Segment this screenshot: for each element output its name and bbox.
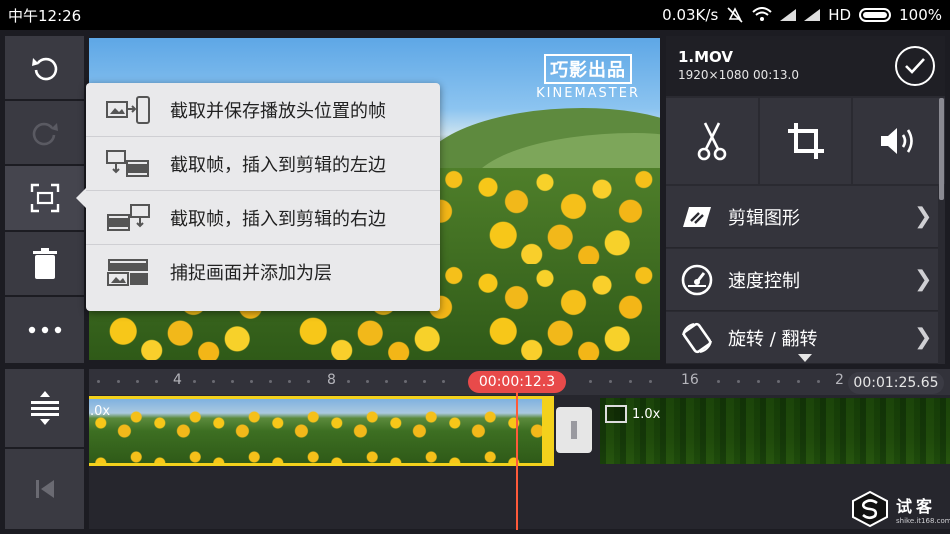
clip-graphics-label: 剪辑图形 [728,207,800,229]
clip-speed-label: 1.0x [632,406,661,422]
clip-graphics-item[interactable]: 剪辑图形 ❯ [666,186,938,248]
speed-control-label: 速度控制 [728,270,800,292]
redo-button[interactable] [5,101,84,164]
site-logo: 试客 shike.it168.com [850,490,950,528]
menu-item-insert-right[interactable]: 截取帧，插入到剪辑的右边 [86,191,440,245]
menu-item-label: 截取并保存播放头位置的帧 [170,100,386,122]
mute-alarm-icon [727,7,743,23]
clip-speed-label: .0x [90,404,111,419]
volume-button[interactable] [853,98,946,184]
watermark-brand: KINEMASTER [536,86,640,101]
redo-icon [32,122,58,145]
clip-file-info: 1920×1080 00:13.0 [678,68,799,82]
chevron-right-icon: ❯ [914,325,933,350]
kinemaster-watermark: 巧影出品 KINEMASTER [536,54,640,101]
time-ruler[interactable]: 4 8 16 2 00:00:12.3 00:01:25.65 [89,369,950,395]
clip-tool-row [666,98,946,184]
ruler-label: 16 [681,372,699,388]
site-name: 试客 [896,497,937,516]
trash-icon [32,247,57,279]
status-right-group: 0.03K/s HD 100% [662,6,942,24]
network-type: HD [828,6,852,24]
undo-icon [31,57,57,80]
capture-frame-button[interactable] [5,166,84,230]
menu-item-insert-left[interactable]: 截取帧，插入到剪辑的左边 [86,137,440,191]
site-url: shike.it168.com [896,517,950,525]
confirm-button[interactable] [895,46,935,86]
playhead[interactable] [516,392,518,530]
signal-icon-1 [780,9,797,21]
timeline[interactable]: 4 8 16 2 00:00:12.3 00:01:25.65 .0x 1.0x [89,369,950,529]
menu-item-label: 捕捉画面并添加为层 [170,263,332,284]
more-dots-icon [28,326,61,334]
trim-button[interactable] [666,98,760,184]
chevron-right-icon: ❯ [914,267,933,292]
expand-timeline-icon [30,391,59,425]
signal-icon-2 [804,9,821,21]
video-clip-selected[interactable] [89,396,554,466]
clip-graphics-icon [683,206,711,227]
panel-scrollbar[interactable] [939,98,944,200]
capture-frame-icon [30,183,59,213]
battery-level: 100% [899,6,942,24]
delete-button[interactable] [5,232,84,295]
more-button[interactable] [5,297,84,363]
status-time: 中午12:26 [8,6,82,25]
rotate-icon [682,322,712,353]
status-bar: 中午12:26 0.03K/s HD 100% [0,0,950,30]
ruler-label: 8 [327,372,336,388]
menu-item-label: 截取帧，插入到剪辑的左边 [170,154,386,176]
crop-button[interactable] [759,98,854,184]
insert-left-icon [106,149,149,177]
capture-layer-icon [107,259,148,286]
clip-frame-icon [605,405,627,423]
save-frame-icon [106,95,150,124]
insert-right-icon [107,203,150,231]
clip-options-panel: 1.MOV 1920×1080 00:13.0 剪辑图形 ❯ 速度控制 ❯ 旋转… [666,36,946,364]
playhead-time-badge: 00:00:12.3 [468,371,566,393]
menu-item-capture-layer[interactable]: 捕捉画面并添加为层 [86,245,440,299]
site-logo-icon [852,490,888,528]
undo-button[interactable] [5,36,84,99]
transition-button[interactable] [556,407,592,453]
skip-start-icon [35,480,54,498]
chevron-right-icon: ❯ [914,204,933,229]
volume-icon [881,128,913,154]
speed-control-item[interactable]: 速度控制 ❯ [666,249,938,311]
rotate-flip-label: 旋转 / 翻转 [728,328,818,350]
ruler-label: 2 [835,372,844,388]
ruler-label: 4 [173,372,182,388]
speed-gauge-icon [681,264,713,295]
check-icon [905,58,925,74]
clip-file-name: 1.MOV [678,48,734,66]
crop-icon [787,123,824,159]
wifi-icon [752,7,772,21]
clip-speed-badge: 1.0x [605,405,660,423]
more-options-indicator-icon [798,354,812,362]
battery-icon [859,8,892,22]
menu-item-label: 截取帧，插入到剪辑的右边 [170,208,386,230]
clip-info-header: 1.MOV 1920×1080 00:13.0 [666,36,945,96]
jump-to-start-button[interactable] [5,449,84,529]
scissors-icon [697,122,727,161]
total-duration-badge: 00:01:25.65 [848,372,944,394]
watermark-title: 巧影出品 [544,54,633,84]
capture-frame-menu: 截取并保存播放头位置的帧 截取帧，插入到剪辑的左边 截取帧，插入到剪辑的右边 捕… [76,83,440,311]
network-speed: 0.03K/s [662,6,719,24]
menu-item-save-frame[interactable]: 截取并保存播放头位置的帧 [86,83,440,137]
timeline-expand-button[interactable] [5,369,84,447]
clip-trim-handle[interactable] [542,396,554,466]
